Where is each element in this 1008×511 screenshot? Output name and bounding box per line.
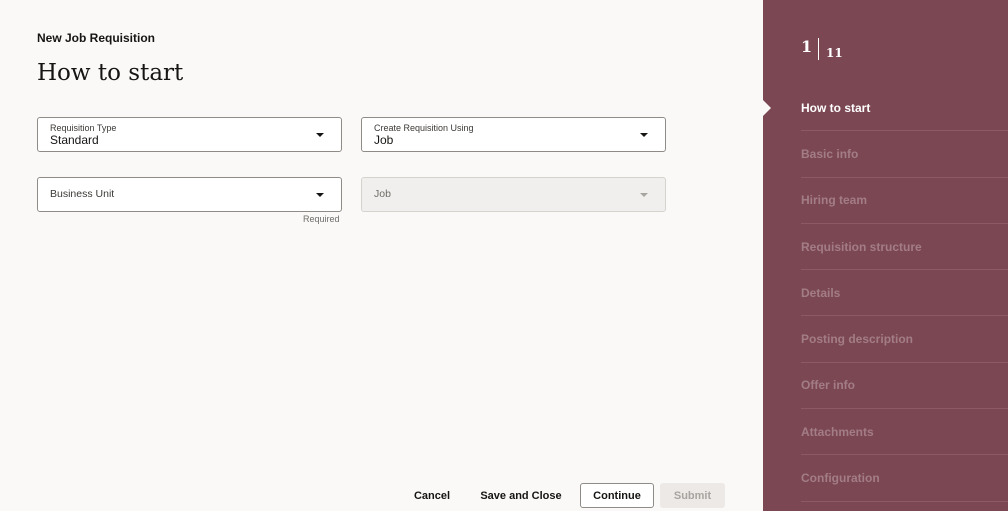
chevron-down-icon[interactable]: [316, 193, 324, 197]
requisition-type-label: Requisition Type: [50, 123, 117, 133]
step-basic-info[interactable]: Basic info: [801, 131, 1008, 178]
step-how-to-start[interactable]: How to start: [801, 85, 1008, 132]
progress-sidebar: 1 11 How to start Basic info Hiring team…: [763, 0, 1008, 511]
submit-button: Submit: [660, 483, 725, 508]
create-requisition-using-select[interactable]: Create Requisition Using Job: [361, 117, 666, 152]
business-unit-select[interactable]: Business Unit: [37, 177, 342, 212]
business-unit-label: Business Unit: [50, 188, 115, 200]
requisition-type-select[interactable]: Requisition Type Standard: [37, 117, 342, 152]
active-step-pointer: [763, 100, 771, 116]
current-step-number: 1: [801, 37, 813, 56]
step-configuration[interactable]: Configuration: [801, 455, 1008, 502]
requisition-type-value: Standard: [50, 133, 99, 147]
create-requisition-using-value: Job: [374, 133, 394, 147]
step-list: How to start Basic info Hiring team Requ…: [801, 85, 1008, 502]
save-and-close-button[interactable]: Save and Close: [478, 483, 564, 508]
cancel-button[interactable]: Cancel: [409, 483, 455, 508]
chevron-down-icon: [640, 193, 648, 197]
required-hint: Required: [303, 214, 340, 224]
page-title: How to start: [37, 60, 184, 86]
main-panel: New Job Requisition How to start Requisi…: [0, 0, 763, 511]
step-posting-description[interactable]: Posting description: [801, 316, 1008, 363]
step-attachments[interactable]: Attachments: [801, 409, 1008, 456]
breadcrumb: New Job Requisition: [37, 31, 156, 45]
create-requisition-using-label: Create Requisition Using: [374, 123, 474, 133]
job-select: Job: [361, 177, 666, 212]
chevron-down-icon[interactable]: [640, 133, 648, 137]
job-label: Job: [374, 188, 391, 200]
continue-button[interactable]: Continue: [580, 483, 654, 508]
step-hiring-team[interactable]: Hiring team: [801, 178, 1008, 224]
step-divider: [818, 38, 819, 60]
step-requisition-structure[interactable]: Requisition structure: [801, 224, 1008, 271]
step-offer-info[interactable]: Offer info: [801, 363, 1008, 410]
chevron-down-icon[interactable]: [316, 133, 324, 137]
step-details[interactable]: Details: [801, 270, 1008, 317]
total-steps-number: 11: [826, 46, 843, 60]
